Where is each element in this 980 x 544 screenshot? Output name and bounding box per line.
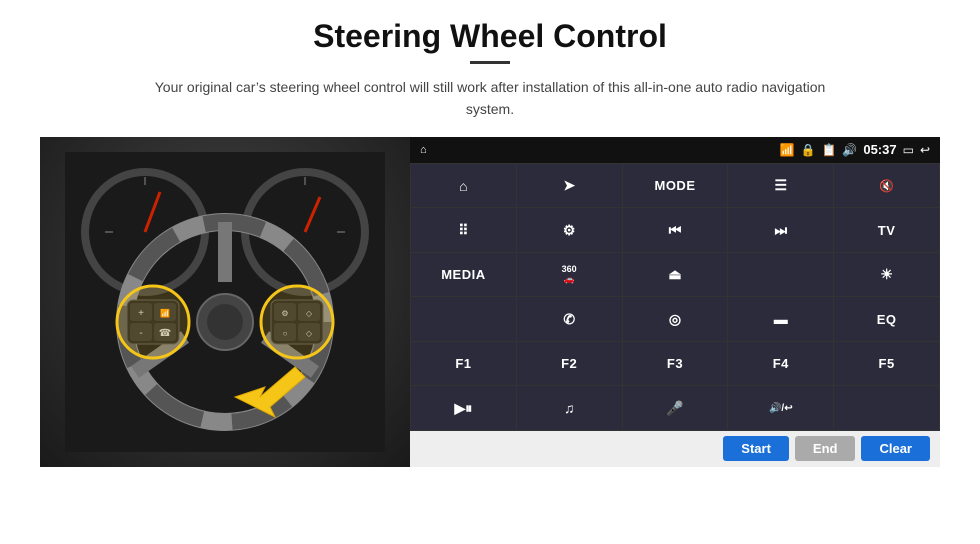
home-status-icon: ⌂ xyxy=(420,144,427,156)
lock-icon: 🔒 xyxy=(800,143,815,157)
f1-btn[interactable]: F1 xyxy=(411,342,516,386)
prev-btn[interactable]: ⏮ xyxy=(623,208,728,252)
media-btn[interactable]: MEDIA xyxy=(411,253,516,297)
cast-icon: ▭ xyxy=(903,143,914,157)
dvd-btn[interactable] xyxy=(411,297,516,341)
vol-btn[interactable]: 🔊/↩ xyxy=(728,386,833,430)
empty-btn xyxy=(834,386,939,430)
sw-background: + 📶 - ☎ ⚙ ◇ ○ ◇ xyxy=(40,137,410,467)
end-button[interactable]: End xyxy=(795,436,856,461)
button-grid: ⌂ ➤ MODE ☰ 🔇 ⠿ ⚙ ⏮ ⏭ TV MEDIA 360🚗 ⏏ ☀ ✆ xyxy=(410,163,940,431)
page-subtitle: Your original car’s steering wheel contr… xyxy=(140,76,840,121)
bottom-action-bar: Start End Clear xyxy=(410,431,940,467)
apps-btn[interactable]: ⠿ xyxy=(411,208,516,252)
steering-wheel-image: + 📶 - ☎ ⚙ ◇ ○ ◇ xyxy=(40,137,410,467)
control-panel: ⌂ 📶 🔒 📋 🔊 05:37 ▭ ↩ ⌂ ➤ MODE ☰ xyxy=(410,137,940,467)
page-container: Steering Wheel Control Your original car… xyxy=(0,0,980,544)
nav-btn[interactable]: ➤ xyxy=(517,164,622,208)
content-area: + 📶 - ☎ ⚙ ◇ ○ ◇ xyxy=(40,137,940,467)
f2-btn[interactable]: F2 xyxy=(517,342,622,386)
f3-btn[interactable]: F3 xyxy=(623,342,728,386)
status-time: 05:37 xyxy=(863,142,896,157)
f5-btn[interactable]: F5 xyxy=(834,342,939,386)
window-btn[interactable]: ▬ xyxy=(728,297,833,341)
steering-wheel-svg: + 📶 - ☎ ⚙ ◇ ○ ◇ xyxy=(65,152,385,452)
status-bar: ⌂ 📶 🔒 📋 🔊 05:37 ▭ ↩ xyxy=(410,137,940,163)
home-btn[interactable]: ⌂ xyxy=(411,164,516,208)
swipe-btn[interactable]: ◎ xyxy=(623,297,728,341)
title-divider xyxy=(470,61,510,64)
page-title: Steering Wheel Control xyxy=(313,18,667,55)
eject-btn[interactable]: ⏏ xyxy=(623,253,728,297)
status-right: 📶 🔒 📋 🔊 05:37 ▭ ↩ xyxy=(780,142,930,157)
f4-btn[interactable]: F4 xyxy=(728,342,833,386)
bt-icon: 🔊 xyxy=(842,143,857,157)
back-icon: ↩ xyxy=(920,143,930,157)
radio-btn[interactable] xyxy=(728,253,833,297)
mic-btn[interactable]: 🎤 xyxy=(623,386,728,430)
bright-btn[interactable]: ☀ xyxy=(834,253,939,297)
sim-icon: 📋 xyxy=(821,143,836,157)
list-btn[interactable]: ☰ xyxy=(728,164,833,208)
music-btn[interactable]: ♫ xyxy=(517,386,622,430)
start-button[interactable]: Start xyxy=(723,436,789,461)
eq-btn[interactable]: EQ xyxy=(834,297,939,341)
status-left: ⌂ xyxy=(420,144,427,156)
mode-btn[interactable]: MODE xyxy=(623,164,728,208)
wifi-icon: 📶 xyxy=(780,143,795,157)
next-btn[interactable]: ⏭ xyxy=(728,208,833,252)
phone-btn[interactable]: ✆ xyxy=(517,297,622,341)
settings-btn[interactable]: ⚙ xyxy=(517,208,622,252)
cam360-btn[interactable]: 360🚗 xyxy=(517,253,622,297)
mute-btn[interactable]: 🔇 xyxy=(834,164,939,208)
playpause-btn[interactable]: ▶⏸ xyxy=(411,386,516,430)
clear-button[interactable]: Clear xyxy=(861,436,930,461)
tv-btn[interactable]: TV xyxy=(834,208,939,252)
